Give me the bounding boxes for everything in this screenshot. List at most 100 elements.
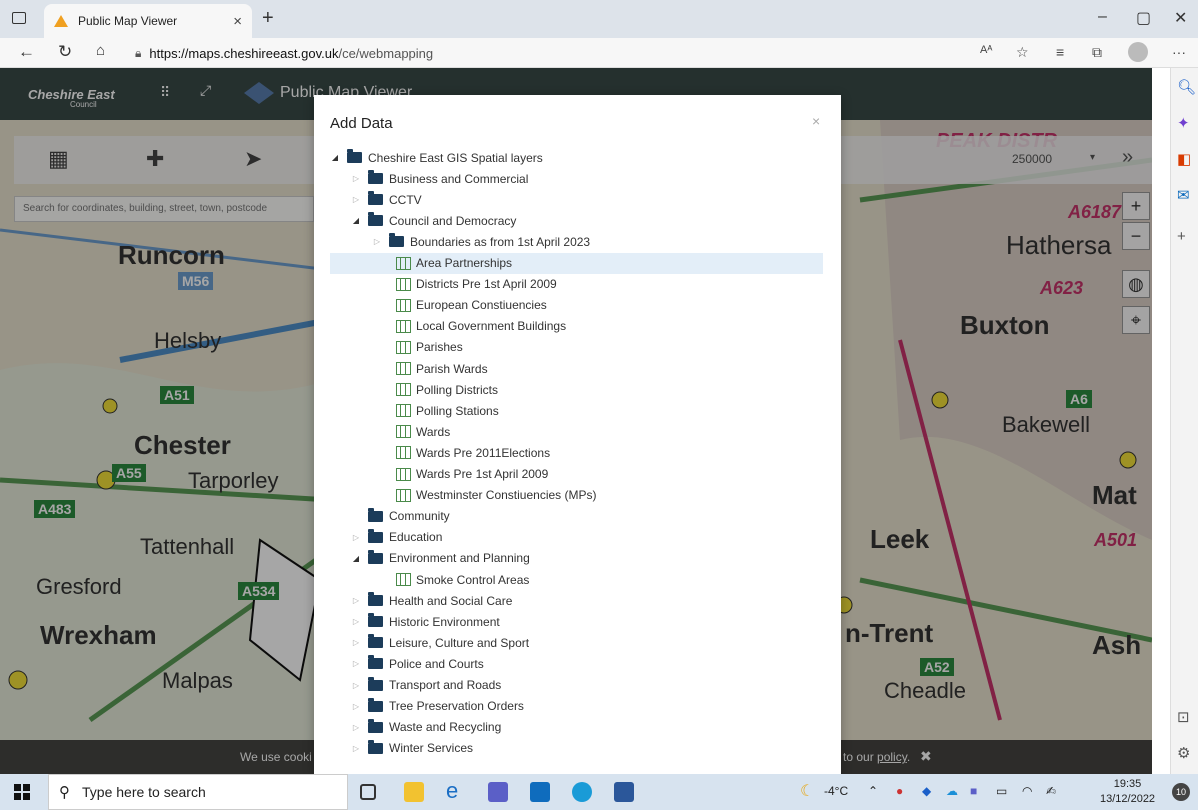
office-icon[interactable]: ◧	[1177, 150, 1191, 168]
copilot-icon[interactable]: ✦	[1177, 114, 1190, 132]
tree-layer[interactable]: Polling Stations	[330, 400, 823, 421]
read-aloud-icon[interactable]: Aᴬ	[980, 44, 992, 56]
tree-node-label: Cheshire East GIS Spatial layers	[368, 150, 543, 165]
close-window-button[interactable]: ✕	[1174, 8, 1187, 28]
collapsed-arrow-icon[interactable]: ▷	[351, 195, 361, 204]
tree-folder[interactable]: ▷ Police and Courts	[330, 653, 823, 674]
map-layer-icon	[396, 319, 411, 333]
notification-badge[interactable]: 10	[1172, 783, 1190, 801]
onedrive-icon[interactable]: ☁	[946, 784, 958, 798]
taskbar-search-placeholder: Type here to search	[82, 784, 206, 800]
wifi-icon[interactable]: ◠	[1022, 784, 1032, 798]
collapsed-arrow-icon[interactable]: ▷	[351, 744, 361, 753]
collapsed-arrow-icon[interactable]: ▷	[351, 659, 361, 668]
tray-expand-icon[interactable]: ⌃	[868, 784, 878, 798]
tree-folder[interactable]: ▷ Business and Commercial	[330, 168, 823, 189]
tab-public-map-viewer[interactable]: Public Map Viewer ×	[44, 4, 252, 38]
file-explorer-icon[interactable]	[404, 782, 424, 802]
expanded-arrow-icon[interactable]: ◢	[330, 153, 340, 162]
collapsed-arrow-icon[interactable]: ▷	[351, 638, 361, 647]
tree-folder[interactable]: ▷ Leisure, Culture and Sport	[330, 632, 823, 653]
outlook-taskbar-icon[interactable]	[530, 782, 550, 802]
tree-folder[interactable]: ▷ Tree Preservation Orders	[330, 696, 823, 717]
url-field[interactable]: 🔒︎ https://maps.cheshireeast.gov.uk/ce/w…	[135, 41, 1015, 65]
folder-icon	[347, 149, 362, 163]
collapsed-arrow-icon[interactable]: ▷	[351, 702, 361, 711]
tree-folder[interactable]: ▷ Transport and Roads	[330, 675, 823, 696]
tree-folder[interactable]: ◢ Environment and Planning	[330, 548, 823, 569]
refresh-icon[interactable]: ↻	[58, 42, 72, 62]
weather-temp[interactable]: -4°C	[824, 784, 848, 798]
sidebar-settings-icon[interactable]: ⚙	[1177, 744, 1190, 762]
collapsed-arrow-icon[interactable]: ▷	[351, 596, 361, 605]
tree-layer[interactable]: Wards	[330, 421, 823, 442]
favorite-star-icon[interactable]: ☆	[1016, 44, 1029, 61]
tree-folder[interactable]: ▷ Education	[330, 527, 823, 548]
taskbar-search-input[interactable]: ⚲ Type here to search	[48, 774, 348, 810]
add-sidebar-app-icon[interactable]: +	[1177, 228, 1186, 245]
tree-node-label: Council and Democracy	[389, 213, 517, 228]
settings-more-icon[interactable]: ···	[1172, 44, 1186, 60]
tree-layer[interactable]: Districts Pre 1st April 2009	[330, 274, 823, 295]
tree-folder[interactable]: ▷ Waste and Recycling	[330, 717, 823, 738]
tree-folder[interactable]: ◢ Cheshire East GIS Spatial layers	[330, 147, 823, 168]
expanded-arrow-icon[interactable]: ◢	[351, 554, 361, 563]
address-bar: ← ↻ ⌂ 🔒︎ https://maps.cheshireeast.gov.u…	[0, 38, 1198, 68]
internet-explorer-icon[interactable]: e	[446, 778, 466, 803]
folder-icon	[368, 655, 383, 670]
tree-node-label: CCTV	[389, 192, 422, 207]
tree-layer[interactable]: Area Partnerships	[330, 252, 823, 274]
tree-layer[interactable]: Parish Wards	[330, 358, 823, 379]
home-icon[interactable]: ⌂	[96, 42, 105, 59]
clock[interactable]: 19:35 13/12/2022	[1100, 777, 1155, 807]
windows-start-icon[interactable]	[14, 784, 30, 800]
collapsed-arrow-icon[interactable]: ▷	[351, 533, 361, 542]
tray-teams-icon[interactable]: ■	[970, 784, 977, 798]
edge-icon[interactable]	[572, 782, 592, 802]
battery-icon[interactable]: ▭	[996, 784, 1007, 798]
pen-icon[interactable]: ✍	[1046, 784, 1056, 798]
tree-layer[interactable]: Wards Pre 2011Elections	[330, 442, 823, 463]
collections-icon[interactable]: ⧉	[1092, 44, 1102, 61]
tree-folder[interactable]: Community	[330, 506, 823, 527]
minimize-button[interactable]: –	[1098, 8, 1107, 26]
tray-security-icon[interactable]: ◆	[922, 784, 931, 798]
tree-folder[interactable]: ▷ Health and Social Care	[330, 590, 823, 611]
tree-folder[interactable]: ◢ Council and Democracy	[330, 210, 823, 231]
task-view-icon[interactable]	[360, 784, 376, 800]
teams-icon[interactable]	[488, 782, 508, 802]
tree-layer[interactable]: Polling Districts	[330, 379, 823, 400]
tab-close-icon[interactable]: ×	[233, 13, 242, 30]
tree-folder[interactable]: ▷ Historic Environment	[330, 611, 823, 632]
tree-layer[interactable]: European Constiuencies	[330, 295, 823, 316]
collapsed-arrow-icon[interactable]: ▷	[351, 174, 361, 183]
profile-avatar[interactable]	[1128, 42, 1148, 62]
tree-folder[interactable]: ▷ CCTV	[330, 189, 823, 210]
back-icon[interactable]: ←	[18, 42, 35, 62]
word-icon[interactable]	[614, 782, 634, 802]
folder-icon	[368, 718, 383, 733]
tree-layer[interactable]: Local Government Buildings	[330, 316, 823, 337]
sidebar-toggle-icon[interactable]: ⊡	[1177, 708, 1190, 726]
collapsed-arrow-icon[interactable]: ▷	[351, 681, 361, 690]
collapsed-arrow-icon[interactable]: ▷	[351, 617, 361, 626]
weather-moon-icon[interactable]: ☾	[800, 781, 814, 801]
tree-folder[interactable]: ▷ Winter Services	[330, 738, 823, 759]
tree-folder[interactable]: ▷ Boundaries as from 1st April 2023	[330, 231, 823, 252]
expanded-arrow-icon[interactable]: ◢	[351, 216, 361, 225]
dialog-close-icon[interactable]: ×	[812, 113, 820, 129]
search-icon[interactable]: 🔍︎	[1177, 78, 1196, 96]
tab-title: Public Map Viewer	[78, 14, 178, 28]
collapsed-arrow-icon[interactable]: ▷	[372, 237, 382, 246]
new-tab-button[interactable]: +	[262, 7, 274, 30]
tree-layer[interactable]: Smoke Control Areas	[330, 569, 823, 590]
tree-layer[interactable]: Parishes	[330, 337, 823, 358]
tray-app-icon[interactable]: ●	[896, 784, 903, 798]
favorites-list-icon[interactable]: ≡	[1056, 44, 1064, 60]
outlook-icon[interactable]: ✉	[1177, 186, 1190, 204]
window-menu-icon[interactable]	[12, 12, 26, 24]
restore-button[interactable]: ▢	[1136, 8, 1151, 28]
tree-layer[interactable]: Westminster Constiuencies (MPs)	[330, 485, 823, 506]
collapsed-arrow-icon[interactable]: ▷	[351, 723, 361, 732]
tree-layer[interactable]: Wards Pre 1st April 2009	[330, 464, 823, 485]
